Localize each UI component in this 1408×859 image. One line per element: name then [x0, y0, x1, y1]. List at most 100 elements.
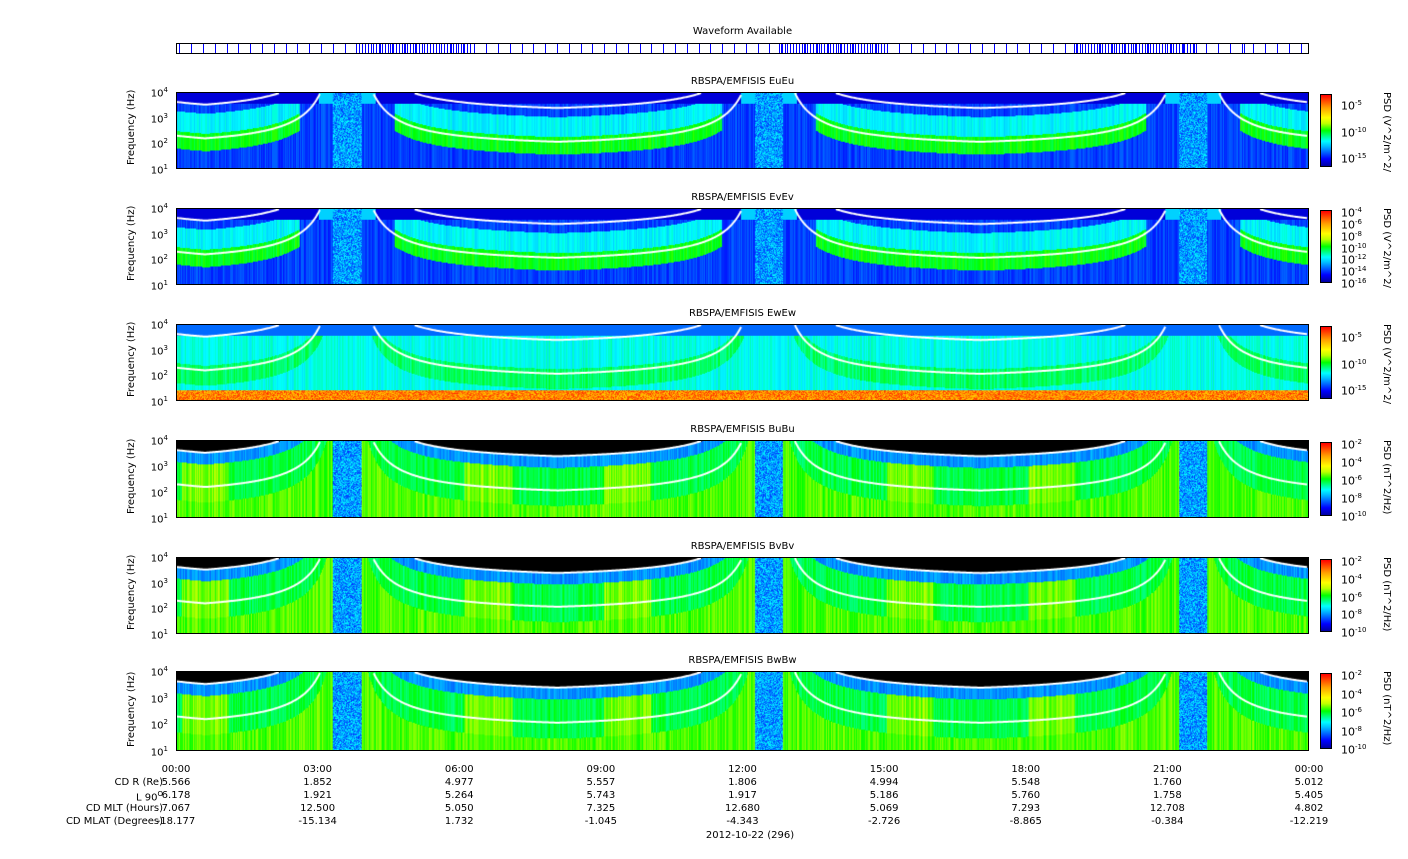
waveform-mark [415, 44, 417, 53]
waveform-mark [869, 44, 871, 53]
colorbar-tick-label: 10-10 [1341, 125, 1367, 140]
colorbar-tick-label: 10-8 [1341, 492, 1362, 506]
waveform-mark [1241, 44, 1243, 53]
waveform-mark [1288, 44, 1290, 53]
waveform-mark [390, 44, 392, 53]
waveform-mark [1133, 44, 1135, 53]
colorbar [1320, 326, 1332, 399]
waveform-mark [651, 44, 653, 53]
waveform-mark [1144, 44, 1146, 53]
emfisis-summary-plot: Waveform Available RBSPA/EMFISIS EuEu Fre… [0, 0, 1408, 859]
waveform-mark [474, 44, 476, 53]
waveform-mark [568, 44, 570, 53]
waveform-mark [781, 44, 783, 53]
spectrogram-canvas [177, 209, 1308, 284]
waveform-mark [379, 44, 381, 53]
ephemeris-value: -12.219 [1289, 816, 1329, 827]
waveform-mark [769, 44, 771, 53]
x-tick-label: 09:00 [586, 764, 616, 775]
ephemeris-value: 5.012 [1294, 777, 1324, 788]
waveform-availability-bar [176, 43, 1309, 54]
y-tick-label: 103 [150, 111, 168, 125]
waveform-mark [430, 44, 432, 53]
panel-title: RBSPA/EMFISIS BvBv [690, 541, 795, 552]
waveform-mark [384, 44, 386, 53]
waveform-mark [675, 44, 677, 53]
waveform-mark [1088, 44, 1090, 53]
waveform-mark [1182, 44, 1184, 53]
waveform-mark [407, 44, 409, 53]
waveform-mark [734, 44, 736, 53]
spectrogram-evev [176, 208, 1309, 285]
waveform-mark [778, 44, 780, 53]
waveform-mark [710, 44, 712, 53]
ephemeris-value: 7.325 [586, 803, 616, 814]
ephemeris-value: -8.865 [1009, 816, 1042, 827]
ephemeris-value: 5.264 [444, 790, 474, 801]
waveform-mark [1187, 44, 1189, 53]
colorbar [1320, 94, 1332, 167]
x-tick-label: 12:00 [728, 764, 757, 775]
colorbar-label: PSD (nT^2/Hz) [1381, 440, 1392, 515]
waveform-mark [364, 44, 366, 53]
waveform-mark [444, 44, 446, 53]
waveform-mark [1064, 44, 1066, 53]
waveform-mark [410, 44, 412, 53]
waveform-mark [509, 44, 511, 53]
waveform-mark [804, 44, 806, 53]
waveform-mark [863, 44, 865, 53]
waveform-mark [1093, 44, 1095, 53]
colorbar-tick-label: 10-8 [1341, 608, 1362, 622]
waveform-mark [432, 44, 434, 53]
waveform-mark [1153, 44, 1155, 53]
x-tick-label: 06:00 [444, 764, 474, 775]
waveform-mark [993, 44, 995, 53]
waveform-mark [421, 44, 423, 53]
x-tick-label: 18:00 [1011, 764, 1041, 775]
waveform-mark [1111, 44, 1113, 53]
waveform-mark [435, 44, 437, 53]
y-axis-label: Frequency (Hz) [126, 205, 137, 281]
ephemeris-label: CD MLAT (Degrees) [65, 816, 163, 827]
colorbar-tick-label: 10-15 [1341, 152, 1367, 167]
waveform-mark [1085, 44, 1087, 53]
waveform-mark [214, 44, 216, 53]
waveform-mark [486, 44, 488, 53]
spectrogram-eueu [176, 92, 1309, 169]
y-tick-label: 103 [150, 576, 168, 590]
waveform-mark [1300, 44, 1302, 53]
waveform-mark [883, 44, 885, 53]
colorbar-tick-label: 10-10 [1341, 626, 1367, 640]
y-tick-label: 104 [150, 86, 168, 100]
ephemeris-label: L 90O [136, 790, 163, 804]
ephemeris-value: 12.680 [725, 803, 760, 814]
colorbar-tick-label: 10-4 [1341, 687, 1362, 702]
ephemeris-value: 1.921 [303, 790, 332, 801]
ephemeris-value: 4.977 [444, 777, 474, 788]
ephemeris-value: -2.726 [868, 816, 901, 827]
waveform-mark [1173, 44, 1175, 53]
waveform-mark [521, 44, 523, 53]
colorbar-tick-label: 10-2 [1341, 555, 1362, 569]
y-tick-label: 102 [150, 369, 168, 383]
panel-title: RBSPA/EMFISIS BuBu [690, 424, 795, 435]
waveform-mark [427, 44, 429, 53]
waveform-mark [1040, 44, 1042, 53]
waveform-mark [604, 44, 606, 53]
y-tick-label: 103 [150, 343, 168, 357]
waveform-mark [922, 44, 924, 53]
waveform-mark [450, 44, 452, 53]
waveform-mark [273, 44, 275, 53]
waveform-mark [533, 44, 535, 53]
waveform-mark [379, 44, 381, 53]
waveform-mark [1206, 44, 1208, 53]
waveform-mark [818, 44, 820, 53]
waveform-mark [1102, 44, 1104, 53]
waveform-mark [832, 44, 834, 53]
waveform-mark [1005, 44, 1007, 53]
waveform-mark [1190, 44, 1192, 53]
y-axis-label: Frequency (Hz) [126, 89, 137, 165]
waveform-mark [250, 44, 252, 53]
waveform-mark [858, 44, 860, 53]
ephemeris-value: -0.384 [1151, 816, 1184, 827]
